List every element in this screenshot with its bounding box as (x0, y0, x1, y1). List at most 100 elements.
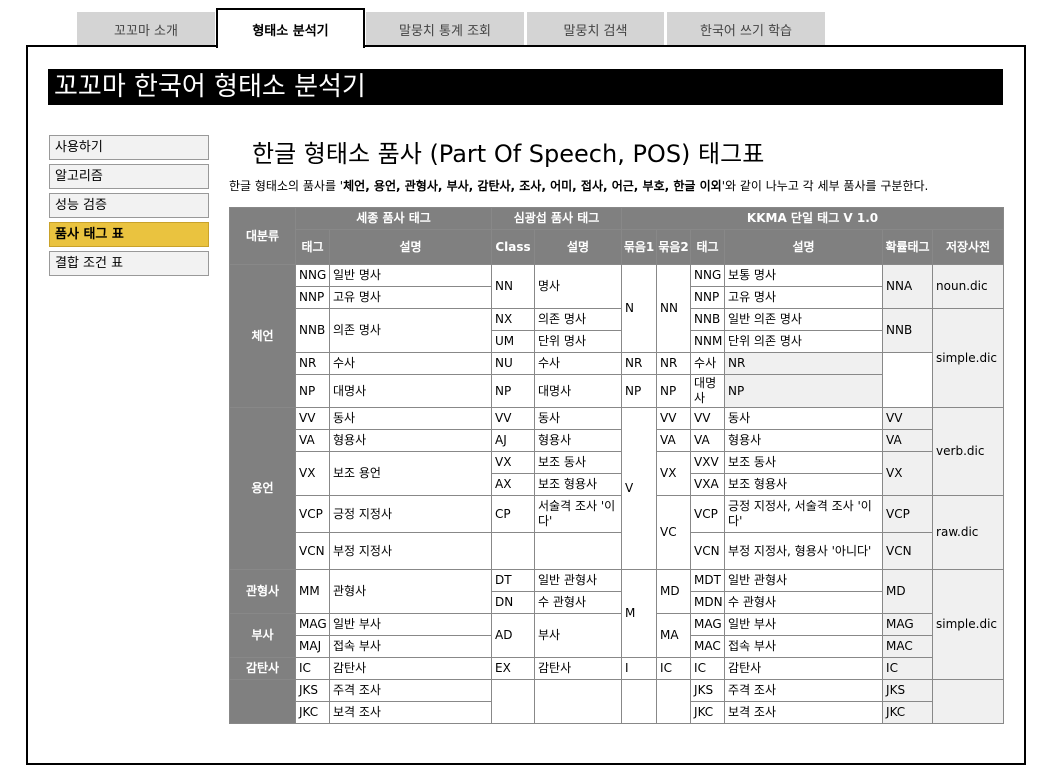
simkwang-desc: 동사 (534, 407, 623, 430)
header-desc: 설명 (724, 229, 884, 265)
table-row: 감탄사 IC 감탄사 EX 감탄사 I IC IC 감탄사 IC (229, 657, 1004, 680)
header-sejong: 세종 품사 태그 (294, 207, 493, 230)
kkma-desc: 동사 (724, 407, 884, 430)
tab-morpheme-analyzer[interactable]: 형태소 분석기 (216, 8, 365, 48)
sejong-tag: VCN (295, 532, 330, 570)
simkwang-desc (534, 679, 623, 724)
sejong-tag: NP (295, 374, 330, 408)
page-title: 꼬꼬마 한국어 형태소 분석기 (48, 69, 1003, 105)
simkwang-class: EX (491, 657, 536, 680)
table-row: NNB 의존 명사 NX 의존 명사 NNB 일반 의존 명사 NNB simp… (230, 308, 1005, 408)
sejong-desc: 관형사 (328, 569, 493, 614)
sejong-desc: 동사 (328, 407, 493, 430)
kkma-desc: 일반 의존 명사 (724, 308, 884, 331)
simkwang-desc: 명사 (534, 264, 623, 309)
category-cell: 관형사 (229, 569, 296, 614)
table-row: VCN 부정 지정사 VCN 부정 지정사, 형용사 '아니다' VCN (230, 532, 1004, 570)
header-group2: 묶음2 (656, 229, 692, 265)
sejong-desc: 보격 조사 (328, 701, 493, 724)
table-row: 관형사 MM 관형사 DT 일반 관형사 M MD MDT 일반 관형사 MD … (229, 569, 1005, 680)
sejong-tag: NR (295, 352, 330, 375)
tab-corpus-search[interactable]: 말뭉치 검색 (527, 12, 664, 46)
sejong-tag: VX (295, 451, 330, 496)
sejong-desc: 접속 부사 (328, 635, 493, 658)
prob-tag: IC (882, 657, 934, 680)
category-cell: 부사 (229, 613, 296, 658)
kkma-desc: 긍정 지정사, 서술격 조사 '이다' (724, 495, 884, 533)
kkma-desc: 형용사 (724, 429, 884, 452)
kkma-tag: JKC (690, 701, 726, 724)
kkma-tag: NR (656, 352, 692, 375)
tab-corpus-stats[interactable]: 말뭉치 통계 조회 (366, 12, 524, 46)
dict-cell: verb.dic (932, 407, 1005, 496)
dict-cell: simple.dic (932, 308, 1005, 408)
category-cell: 감탄사 (229, 657, 296, 680)
prob-tag: MAG (882, 613, 934, 636)
sejong-desc: 긍정 지정사 (328, 495, 493, 533)
sidebar: 사용하기 알고리즘 성능 검증 품사 태그 표 결합 조건 표 (49, 135, 209, 280)
sejong-tag: NNB (295, 308, 330, 353)
table-row: 용언 VV 동사 VV 동사 V VV VV 동사 VV verb.dic (229, 407, 1005, 570)
intro-text: 한글 형태소의 품사를 '체언, 용언, 관형사, 부사, 감탄사, 조사, 어… (229, 179, 929, 193)
sejong-tag: VV (295, 407, 330, 430)
simkwang-class: VV (491, 407, 536, 430)
kkma-tag: MDT (690, 569, 726, 592)
sidebar-item-algorithm[interactable]: 알고리즘 (49, 164, 209, 189)
simkwang-desc: 수사 (534, 352, 623, 375)
prob-tag: VV (882, 407, 934, 430)
sejong-desc: 일반 부사 (328, 613, 493, 636)
prob-tag: NNA (882, 264, 934, 309)
prob-tag: NR (724, 352, 884, 375)
dict-cell: simple.dic (932, 569, 1005, 680)
sejong-desc: 대명사 (328, 374, 493, 408)
group2-cell: VA (656, 429, 692, 452)
prob-tag: VA (882, 429, 934, 452)
group2-cell (656, 679, 692, 724)
group2-cell: NN (656, 264, 692, 353)
kkma-desc: 수 관형사 (724, 591, 884, 614)
simkwang-class: NX (491, 308, 536, 331)
header-prob-tag: 확률태그 (882, 229, 934, 265)
kkma-desc: 일반 관형사 (724, 569, 884, 592)
kkma-desc: 대명사 (690, 374, 726, 408)
prob-tag: VX (882, 451, 934, 496)
sidebar-item-pos-tags[interactable]: 품사 태그 표 (49, 222, 209, 247)
tab-intro[interactable]: 꼬꼬마 소개 (77, 12, 215, 46)
prob-tag: VCP (882, 495, 934, 533)
simkwang-class: AX (491, 473, 536, 496)
sejong-tag: JKS (295, 679, 330, 702)
simkwang-desc: 보조 형용사 (534, 473, 623, 496)
pos-tag-table: 대분류 세종 품사 태그 심광섭 품사 태그 KKMA 단일 태그 V 1.0 … (229, 207, 1005, 724)
sidebar-item-performance[interactable]: 성능 검증 (49, 193, 209, 218)
kkma-tag: VXV (690, 451, 726, 474)
sejong-tag: VCP (295, 495, 330, 533)
kkma-tag: VCP (690, 495, 726, 533)
simkwang-class: UM (491, 330, 536, 353)
group2-cell: VC (656, 495, 692, 570)
sidebar-item-combination[interactable]: 결합 조건 표 (49, 251, 209, 276)
kkma-tag: VCN (690, 532, 726, 570)
sejong-tag: VA (295, 429, 330, 452)
header-class: Class (491, 229, 536, 265)
kkma-desc: 보조 동사 (724, 451, 884, 474)
kkma-tag: IC (690, 657, 726, 680)
simkwang-class: NP (491, 374, 536, 408)
tab-korean-writing[interactable]: 한국어 쓰기 학습 (667, 12, 825, 46)
sidebar-item-usage[interactable]: 사용하기 (49, 135, 209, 160)
sejong-desc: 형용사 (328, 429, 493, 452)
group1-cell: N (621, 264, 658, 353)
group2-cell: NR (621, 352, 658, 375)
prob-tag: VCN (882, 532, 934, 570)
kkma-desc: 보격 조사 (724, 701, 884, 724)
sejong-tag: NNG (295, 264, 330, 287)
sejong-tag: NNP (295, 286, 330, 309)
simkwang-desc: 형용사 (534, 429, 623, 452)
table-row: VCP 긍정 지정사 CP 서술격 조사 '이다' VC VCP 긍정 지정사,… (230, 495, 1005, 570)
sejong-tag: MAG (295, 613, 330, 636)
simkwang-desc: 부사 (534, 613, 623, 658)
header-tag: 태그 (690, 229, 726, 265)
category-cell: 체언 (229, 264, 296, 408)
kkma-desc: 보조 형용사 (724, 473, 884, 496)
category-cell (229, 679, 296, 724)
simkwang-class: NU (491, 352, 536, 375)
